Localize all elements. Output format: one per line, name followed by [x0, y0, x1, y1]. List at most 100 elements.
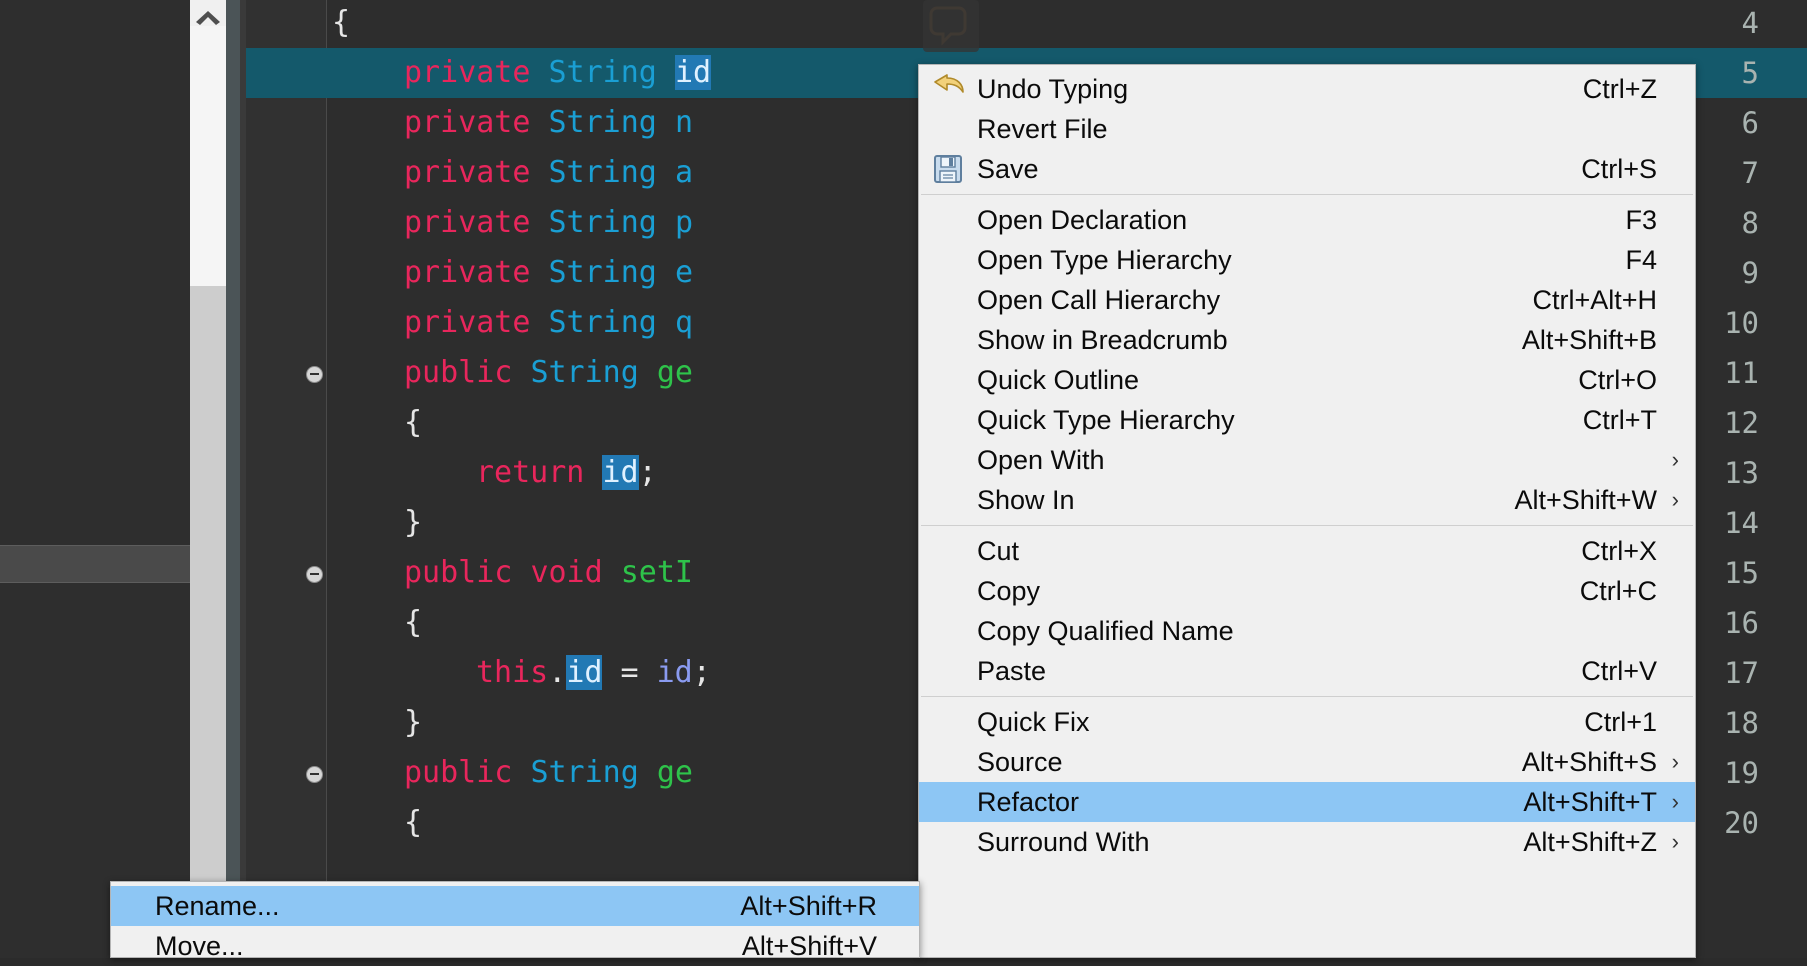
token: public: [404, 555, 531, 590]
menu-item-shortcut: Alt+Shift+B: [1521, 324, 1657, 355]
menu-item-refactor[interactable]: Refactor Alt+Shift+T ›: [919, 782, 1695, 822]
menu-item-source[interactable]: Source Alt+Shift+S ›: [919, 742, 1695, 782]
menu-item-arrow-slot: ›: [881, 926, 903, 966]
menu-item-undo-typing[interactable]: Undo Typing Ctrl+Z›: [919, 69, 1695, 109]
token: e: [674, 255, 693, 290]
menu-item-move[interactable]: Move... Alt+Shift+V›: [111, 926, 919, 966]
menu-item-copy-qualified-name[interactable]: Copy Qualified Name ›: [919, 611, 1695, 651]
scrollbar-track-upper[interactable]: [190, 26, 226, 286]
menu-item-quick-type-hierarchy[interactable]: Quick Type Hierarchy Ctrl+T›: [919, 400, 1695, 440]
line-number: 4: [1741, 6, 1759, 40]
submenu-chevron-icon: ›: [1671, 829, 1679, 854]
menu-item-shortcut: Alt+Shift+R: [740, 890, 877, 921]
menu-item-shortcut: Alt+Shift+V: [741, 930, 877, 961]
menu-item-rename[interactable]: Rename... Alt+Shift+R›: [111, 886, 919, 926]
menu-item-shortcut: Alt+Shift+T: [1523, 786, 1657, 817]
code-text: {: [404, 398, 422, 448]
line-number: 8: [1741, 206, 1759, 240]
token: {: [404, 405, 423, 440]
menu-item-arrow-slot: ›: [1657, 400, 1679, 440]
token: id: [656, 655, 693, 690]
menu-separator: [921, 696, 1693, 697]
menu-item-quick-fix[interactable]: Quick Fix Ctrl+1›: [919, 702, 1695, 742]
left-panel-selected-row[interactable]: [0, 545, 190, 583]
editor-vertical-scrollbar[interactable]: [190, 0, 227, 958]
undo-icon: [919, 74, 977, 104]
token: =: [602, 655, 657, 690]
menu-item-label: Source: [977, 747, 1063, 777]
editor-context-menu[interactable]: Undo TypingCtrl+Z›Revert File›SaveCtrl+S…: [918, 64, 1696, 958]
token: this: [476, 655, 549, 690]
token: ge: [656, 355, 693, 390]
line-number: 15: [1724, 556, 1759, 590]
menu-item-arrow-slot: ›: [1657, 571, 1679, 611]
menu-item-arrow-slot: ›: [1657, 531, 1679, 571]
code-text: public String ge: [404, 748, 693, 798]
token: public: [404, 355, 531, 390]
code-line[interactable]: 4{: [246, 0, 1807, 48]
menu-item-label: Cut: [977, 536, 1020, 566]
submenu-chevron-icon: ›: [1671, 749, 1679, 774]
line-number: 20: [1724, 806, 1759, 840]
fold-collapse-icon[interactable]: [306, 766, 323, 783]
line-number: 18: [1724, 706, 1759, 740]
code-text: private String a: [404, 148, 693, 198]
menu-item-show-in-breadcrumb[interactable]: Show in Breadcrumb Alt+Shift+B›: [919, 320, 1695, 360]
fold-collapse-icon[interactable]: [306, 566, 323, 583]
menu-item-quick-outline[interactable]: Quick Outline Ctrl+O›: [919, 360, 1695, 400]
menu-item-shortcut: Ctrl+1: [1584, 706, 1657, 737]
menu-item-save[interactable]: Save Ctrl+S›: [919, 149, 1695, 189]
menu-item-shortcut: Ctrl+Z: [1582, 73, 1657, 104]
line-number: 9: [1741, 256, 1759, 290]
token: String: [548, 155, 675, 190]
menu-item-shortcut: Ctrl+S: [1581, 153, 1657, 184]
code-text: return id;: [476, 448, 657, 498]
line-number: 16: [1724, 606, 1759, 640]
menu-item-arrow-slot: ›: [1657, 240, 1679, 280]
line-number: 13: [1724, 456, 1759, 490]
menu-item-copy[interactable]: Copy Ctrl+C›: [919, 571, 1695, 611]
menu-item-shortcut: Ctrl+C: [1579, 575, 1657, 606]
menu-item-arrow-slot: ›: [1657, 611, 1679, 651]
toolbar-ghost-icon[interactable]: [923, 0, 979, 52]
token: String: [548, 255, 675, 290]
code-text: }: [404, 698, 422, 748]
menu-item-arrow-slot: ›: [1657, 109, 1679, 149]
menu-item-shortcut: F3: [1625, 204, 1657, 235]
menu-item-open-call-hierarchy[interactable]: Open Call Hierarchy Ctrl+Alt+H›: [919, 280, 1695, 320]
line-number: 6: [1741, 106, 1759, 140]
menu-item-revert-file[interactable]: Revert File ›: [919, 109, 1695, 149]
menu-item-shortcut: Alt+Shift+W: [1514, 484, 1657, 515]
menu-item-open-with[interactable]: Open With ›: [919, 440, 1695, 480]
submenu-chevron-icon: ›: [1671, 789, 1679, 814]
token: String: [548, 205, 675, 240]
token: private: [404, 105, 549, 140]
occurrence-highlight: id: [674, 55, 712, 90]
scrollbar-thumb[interactable]: [190, 286, 226, 906]
menu-item-open-declaration[interactable]: Open Declaration F3›: [919, 200, 1695, 240]
token: }: [404, 705, 423, 740]
menu-item-shortcut: Ctrl+O: [1578, 364, 1657, 395]
token: {: [404, 605, 423, 640]
menu-item-shortcut: Ctrl+V: [1581, 655, 1657, 686]
menu-item-paste[interactable]: Paste Ctrl+V›: [919, 651, 1695, 691]
fold-collapse-icon[interactable]: [306, 366, 323, 383]
menu-item-show-in[interactable]: Show In Alt+Shift+W ›: [919, 480, 1695, 520]
menu-item-label: Paste: [977, 656, 1047, 686]
menu-item-label: Show In: [977, 485, 1075, 515]
menu-item-label: Revert File: [977, 114, 1108, 144]
menu-item-cut[interactable]: Cut Ctrl+X›: [919, 531, 1695, 571]
menu-item-surround-with[interactable]: Surround With Alt+Shift+Z ›: [919, 822, 1695, 862]
token: q: [674, 305, 693, 340]
menu-item-open-type-hierarchy[interactable]: Open Type Hierarchy F4›: [919, 240, 1695, 280]
code-text: {: [404, 598, 422, 648]
menu-item-shortcut: Ctrl+X: [1581, 535, 1657, 566]
line-number: 5: [1741, 56, 1759, 90]
left-dark-panel: [0, 0, 190, 958]
token: private: [404, 255, 549, 290]
refactor-submenu[interactable]: Rename... Alt+Shift+R› Move... Alt+Shift+V›: [110, 881, 920, 961]
token: public: [404, 755, 531, 790]
token: private: [404, 155, 549, 190]
token: {: [332, 5, 351, 40]
token: private: [404, 55, 549, 90]
